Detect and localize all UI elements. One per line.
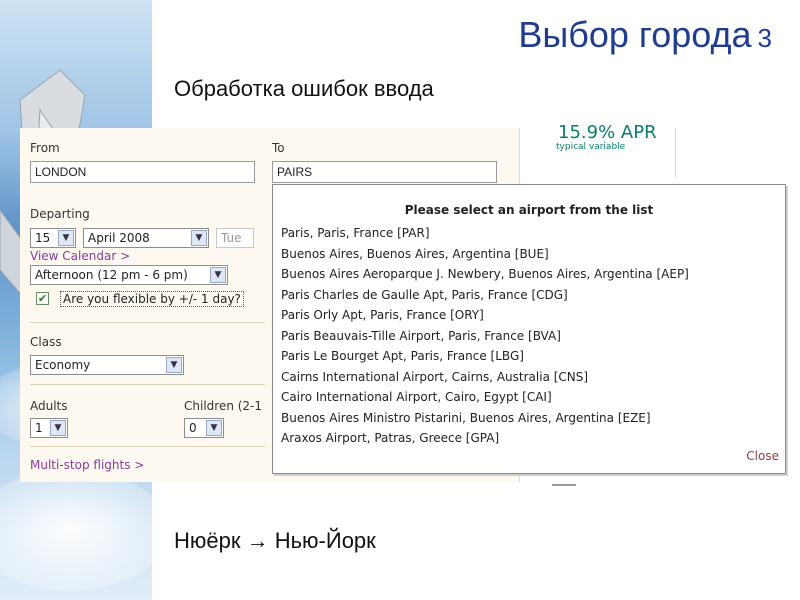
children-select[interactable]: 0 ▼	[184, 418, 224, 438]
from-label: From	[30, 141, 60, 155]
popup-heading: Please select an airport from the list	[404, 203, 654, 217]
slide-title-text: Выбор города	[518, 14, 752, 55]
close-button[interactable]: Close	[746, 449, 779, 463]
weekday-display: Tue	[216, 228, 254, 248]
to-field[interactable]	[272, 161, 497, 183]
divider	[30, 384, 265, 385]
class-select[interactable]: Economy ▼	[30, 355, 184, 375]
divider	[30, 322, 265, 323]
day-select[interactable]: 15 ▼	[30, 228, 76, 248]
ad-fragment	[552, 484, 576, 486]
slide-number: 3	[757, 23, 772, 53]
adults-select[interactable]: 1 ▼	[30, 418, 68, 438]
slide-title: Выбор города 3	[518, 14, 772, 56]
dropdown-arrow-icon: ▼	[206, 420, 222, 436]
dropdown-arrow-icon: ▼	[191, 230, 207, 246]
airport-option[interactable]: Buenos Aires Aeroparque J. Newbery, Buen…	[281, 264, 689, 285]
adults-label: Adults	[30, 399, 68, 413]
slide-subtitle: Обработка ошибок ввода	[174, 76, 434, 101]
time-value: Afternoon (12 pm - 6 pm)	[35, 268, 188, 282]
airport-option[interactable]: Paris Beauvais-Tille Airport, Paris, Fra…	[281, 326, 689, 347]
ad-note: typical variable	[556, 142, 626, 152]
children-value: 0	[189, 421, 197, 435]
month-select[interactable]: April 2008 ▼	[83, 228, 209, 248]
airport-option[interactable]: Buenos Aires, Buenos Aires, Argentina [B…	[281, 244, 689, 265]
weekday-value: Tue	[221, 231, 242, 245]
class-label: Class	[30, 335, 62, 349]
airport-option[interactable]: Cairo International Airport, Cairo, Egyp…	[281, 387, 689, 408]
adults-value: 1	[35, 421, 43, 435]
flexible-checkbox[interactable]: ✔	[36, 292, 49, 305]
slide-footer-text: Нюёрк → Нью-Йорк	[174, 528, 376, 553]
flexible-label: Are you flexible by +/- 1 day?	[60, 291, 244, 307]
dropdown-arrow-icon: ▼	[210, 267, 226, 283]
class-value: Economy	[35, 358, 91, 372]
dropdown-arrow-icon: ▼	[50, 420, 66, 436]
ad-rate: 15.9% APR	[558, 122, 657, 143]
multi-stop-link[interactable]: Multi-stop flights >	[30, 458, 144, 472]
airport-option[interactable]: Cairns International Airport, Cairns, Au…	[281, 367, 689, 388]
ad-banner: 15.9% APR typical variable	[544, 122, 676, 178]
departing-label: Departing	[30, 207, 90, 221]
divider	[30, 446, 265, 447]
month-value: April 2008	[88, 231, 150, 245]
airport-option[interactable]: Paris Orly Apt, Paris, France [ORY]	[281, 305, 689, 326]
day-value: 15	[35, 231, 51, 245]
airport-list: Paris, Paris, France [PAR] Buenos Aires,…	[281, 223, 689, 449]
dropdown-arrow-icon: ▼	[58, 230, 74, 246]
airport-option[interactable]: Buenos Aires Ministro Pistarini, Buenos …	[281, 408, 689, 429]
airport-option[interactable]: Araxos Airport, Patras, Greece [GPA]	[281, 428, 689, 449]
children-label: Children (2-1	[184, 399, 263, 413]
view-calendar-link[interactable]: View Calendar >	[30, 249, 130, 263]
from-field[interactable]	[30, 161, 255, 183]
cloud-decoration	[0, 470, 170, 590]
to-label: To	[272, 141, 285, 155]
airport-option[interactable]: Paris Charles de Gaulle Apt, Paris, Fran…	[281, 285, 689, 306]
airport-option[interactable]: Paris, Paris, France [PAR]	[281, 223, 689, 244]
time-select[interactable]: Afternoon (12 pm - 6 pm) ▼	[30, 265, 228, 285]
checkmark-icon: ✔	[37, 292, 48, 305]
airport-select-popup: Please select an airport from the list P…	[272, 184, 786, 474]
airport-option[interactable]: Paris Le Bourget Apt, Paris, France [LBG…	[281, 346, 689, 367]
dropdown-arrow-icon: ▼	[166, 357, 182, 373]
